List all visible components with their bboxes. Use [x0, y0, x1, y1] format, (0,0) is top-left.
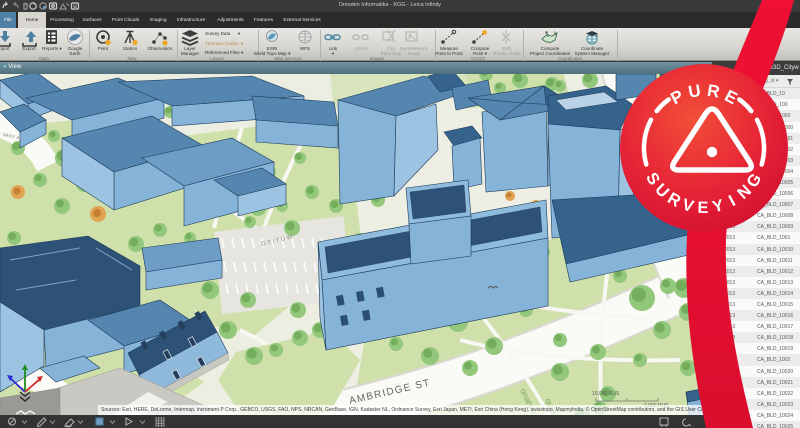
svg-text:10,000 RUS: 10,000 RUS [592, 391, 620, 397]
